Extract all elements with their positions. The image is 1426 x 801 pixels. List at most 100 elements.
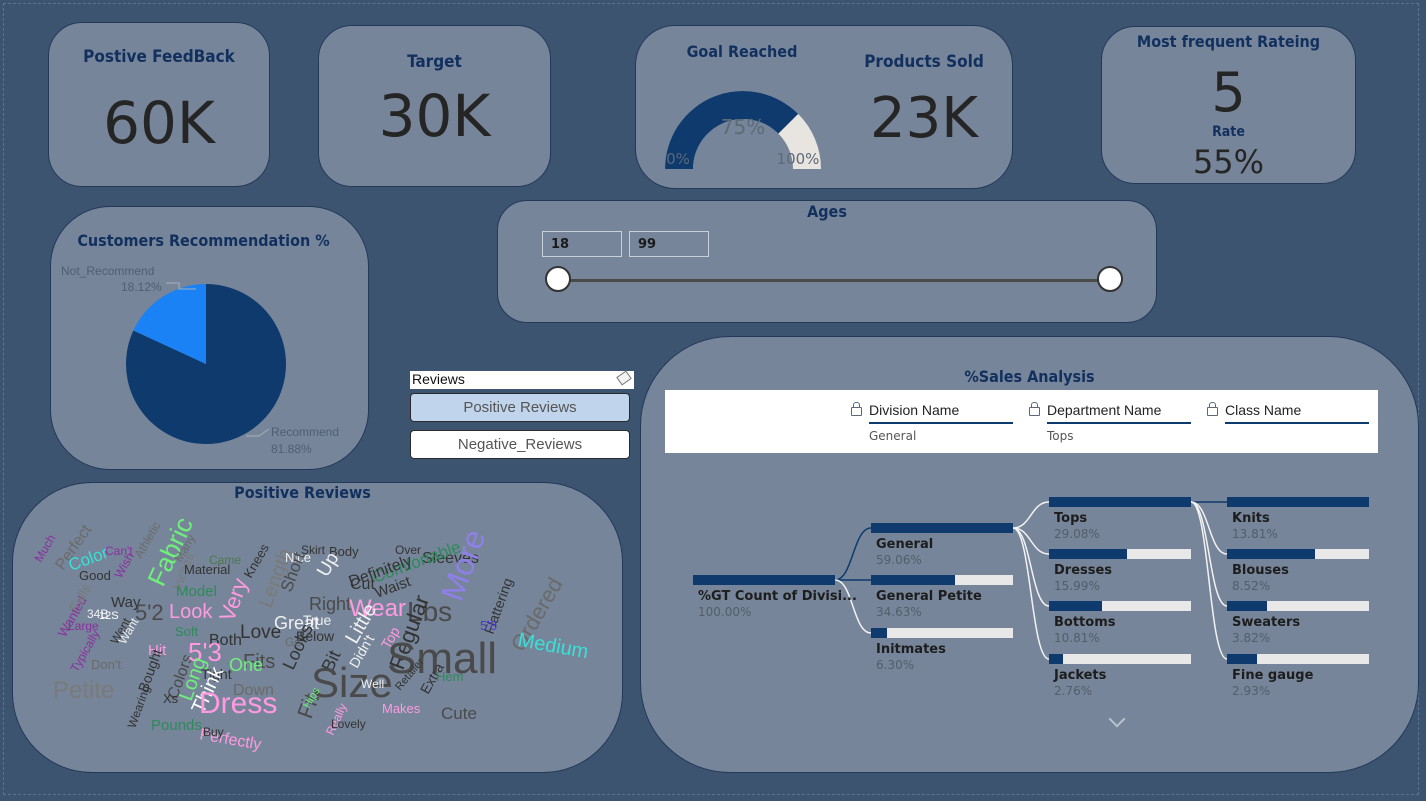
tree-node-division[interactable]: General Petite 34.63%: [871, 575, 1013, 619]
age-slider-max-handle[interactable]: [1097, 266, 1123, 292]
node-bar-fill: [1227, 654, 1257, 664]
wordcloud-word: Xs: [163, 691, 179, 706]
node-pct: 3.82%: [1232, 631, 1271, 645]
positive-feedback-card: Postive FeedBack 60K: [48, 22, 270, 187]
goal-products-card: Goal Reached 75% 0% 100% Products Sold 2…: [635, 25, 1013, 189]
node-bar-fill: [1049, 549, 1128, 559]
tree-node-division[interactable]: General 59.06%: [871, 523, 1013, 567]
node-pct: 59.06%: [876, 553, 922, 567]
recommend-label: Recommend: [271, 425, 339, 439]
node-bar-fill: [871, 523, 1013, 533]
tree-node-class[interactable]: Blouses 8.52%: [1227, 549, 1369, 593]
node-bar: [1227, 549, 1369, 559]
age-slider-track[interactable]: [558, 279, 1110, 282]
node-bar-fill: [1227, 601, 1267, 611]
reviews-slicer-header: Reviews: [410, 370, 634, 389]
positive-reviews-option[interactable]: Positive Reviews: [410, 393, 630, 422]
tree-node-class[interactable]: Knits 13.81%: [1227, 497, 1369, 541]
node-label: Knits: [1232, 511, 1270, 526]
products-sold-title: Products Sold: [864, 52, 984, 72]
wordcloud-word: Makes: [382, 701, 421, 716]
node-bar: [1227, 497, 1369, 507]
positive-reviews-wordcloud: MuchPerfect Can'tWishAthleticFabricColorG…: [31, 512, 590, 753]
ages-slicer: Ages 18 99: [497, 200, 1157, 323]
rating-card: Most frequent Rateing 5 Rate 55%: [1101, 26, 1356, 184]
node-bar: [871, 523, 1013, 533]
gauge-value: 75%: [721, 115, 765, 139]
node-pct: 10.81%: [1054, 631, 1100, 645]
node-bar: [1049, 601, 1191, 611]
eraser-icon[interactable]: [616, 370, 632, 386]
negative-reviews-option[interactable]: Negative_Reviews: [410, 430, 630, 459]
node-bar-fill: [1049, 654, 1064, 664]
wordcloud-word: Lovely: [331, 717, 366, 731]
age-min-input[interactable]: 18: [542, 231, 622, 257]
wordcloud-word: Right: [309, 594, 351, 614]
node-label: Fine gauge: [1232, 668, 1314, 683]
wordcloud-word: Good: [79, 568, 111, 583]
tree-node-department[interactable]: Dresses 15.99%: [1049, 549, 1191, 593]
rate-label: Rate: [1212, 124, 1245, 140]
node-bar: [1049, 549, 1191, 559]
tree-node-department[interactable]: Bottoms 10.81%: [1049, 601, 1191, 645]
tree-node-department[interactable]: Tops 29.08%: [1049, 497, 1191, 541]
wordcloud-word: True: [303, 612, 331, 628]
decomposition-tree: Division Name General Department Name To…: [641, 337, 1420, 774]
node-label: Jackets: [1054, 668, 1107, 683]
age-max-input[interactable]: 99: [629, 231, 709, 257]
node-bar-fill: [693, 575, 835, 585]
node-bar-fill: [1227, 549, 1315, 559]
tree-node-department[interactable]: Jackets 2.76%: [1049, 654, 1191, 698]
tree-link: [1190, 501, 1228, 555]
node-bar: [1227, 654, 1369, 664]
tree-node-class[interactable]: Sweaters 3.82%: [1227, 601, 1369, 645]
gauge-min: 0%: [666, 150, 690, 168]
recommendation-pie: Not_Recommend 18.12% Recommend 81.88%: [61, 264, 339, 456]
wordcloud-word: 12S: [99, 610, 119, 622]
node-label: Dresses: [1054, 563, 1113, 578]
node-bar: [1227, 601, 1369, 611]
wordcloud-word: Go: [285, 635, 301, 649]
age-slider-min-handle[interactable]: [545, 266, 571, 292]
tree-node-division[interactable]: Initmates 6.30%: [871, 628, 1013, 672]
wordcloud-card: Positive Reviews Much Perfect Can't Wish Ath…: [12, 482, 623, 773]
node-pct: 6.30%: [876, 658, 915, 672]
node-pct: 34.63%: [876, 605, 922, 619]
node-pct: 13.81%: [1232, 527, 1278, 541]
node-label: Bottoms: [1054, 615, 1116, 630]
wordcloud-word: One: [229, 655, 263, 675]
gauge-max: 100%: [777, 150, 820, 168]
node-bar-fill: [871, 575, 955, 585]
wordcloud-word: Cut: [350, 576, 375, 593]
goal-title: Goal Reached: [686, 42, 798, 61]
node-pct: 100.00%: [698, 605, 752, 619]
rating-value: 5: [1211, 61, 1246, 124]
recommend-value: 81.88%: [271, 442, 312, 456]
wordcloud-word: Buy: [203, 725, 224, 739]
tree-node-class[interactable]: Fine gauge 2.93%: [1227, 654, 1369, 698]
node-bar-fill: [1049, 601, 1102, 611]
node-bar-fill: [1227, 497, 1369, 507]
wordcloud-word: Don't: [91, 657, 121, 672]
wordcloud-word: Very: [214, 575, 253, 625]
node-bar: [1049, 497, 1191, 507]
node-pct: 29.08%: [1054, 527, 1100, 541]
wordcloud-word: Model: [176, 583, 217, 600]
node-label: Sweaters: [1232, 615, 1301, 630]
wordcloud-word: Material: [184, 562, 230, 577]
products-sold-value: 23K: [870, 86, 978, 151]
node-bar: [1049, 654, 1191, 664]
not-recommend-label: Not_Recommend: [61, 264, 154, 278]
node-label: General Petite: [876, 589, 982, 604]
node-bar: [693, 575, 835, 585]
tree-link: [1012, 527, 1050, 660]
wordcloud-word: Petite: [53, 677, 114, 704]
node-pct: 2.76%: [1054, 684, 1093, 698]
node-pct: 2.93%: [1232, 684, 1271, 698]
tree-link: [834, 527, 872, 581]
node-label: Tops: [1054, 511, 1088, 526]
tree-root[interactable]: %GT Count of Divisi... 100.00%: [693, 575, 857, 619]
node-label: Blouses: [1232, 563, 1289, 578]
node-label: Initmates: [876, 642, 946, 657]
reviews-slicer-title: Reviews: [412, 371, 465, 387]
